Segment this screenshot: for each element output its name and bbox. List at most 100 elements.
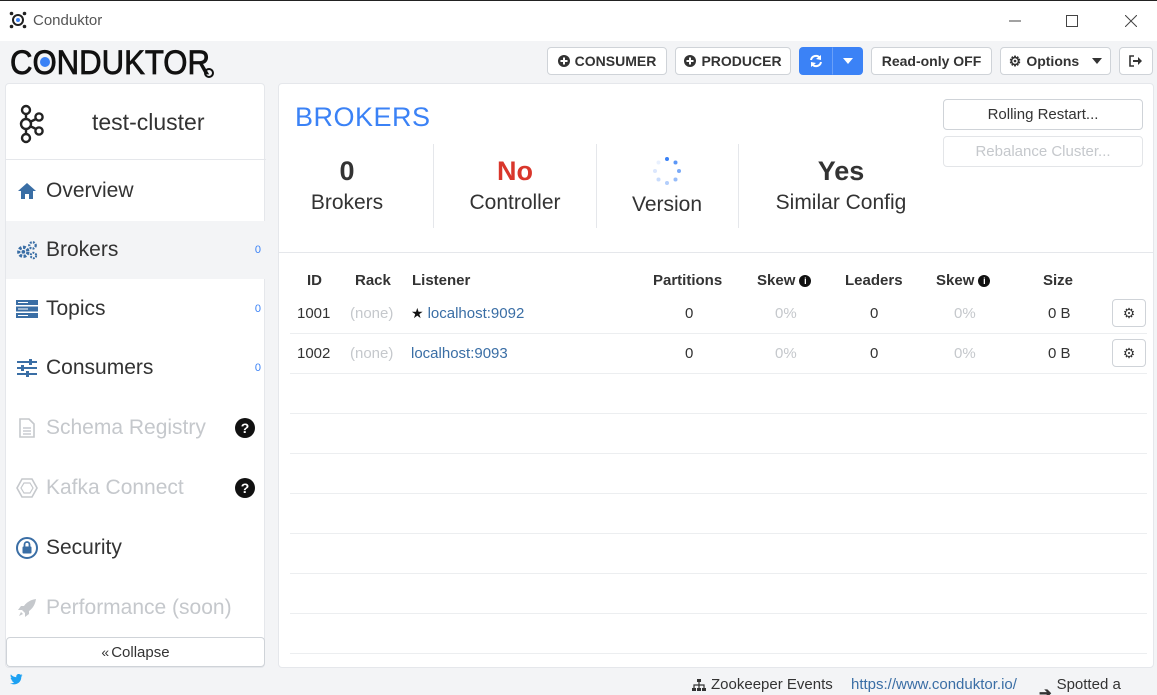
info-icon[interactable]: i (978, 274, 991, 287)
broker-listener-link[interactable]: localhost:9093 (411, 345, 508, 362)
close-button[interactable] (1119, 9, 1143, 33)
stat-value: No (497, 156, 533, 186)
column-header-label: Partitions (653, 272, 723, 289)
sidebar-item-count: 0 (254, 244, 261, 256)
broker-size: 0 B (1048, 305, 1071, 322)
column-header-leader-skew[interactable]: Skew i (936, 272, 991, 289)
options-button[interactable]: ⚙ Options (1000, 47, 1111, 75)
help-icon[interactable]: ? (235, 478, 255, 498)
stat-divider (596, 144, 597, 228)
plus-circle-icon (557, 55, 570, 67)
sidebar-item-count: 0 (254, 362, 261, 374)
refresh-dropdown-button[interactable] (832, 47, 863, 75)
add-producer-button[interactable]: PRODUCER (675, 47, 791, 75)
broker-leaders: 0 (870, 305, 879, 322)
rebalance-cluster-button[interactable]: Rebalance Cluster... (943, 136, 1143, 167)
empty-table-row (290, 614, 1147, 654)
column-header-partition-skew[interactable]: Skew i (757, 272, 812, 289)
column-header-rack[interactable]: Rack (355, 272, 391, 289)
column-header-listener[interactable]: Listener (412, 272, 470, 289)
info-icon[interactable]: i (799, 274, 812, 287)
sidebar-item-kafka-connect[interactable]: Kafka Connect ? (6, 459, 265, 517)
logout-button[interactable] (1119, 47, 1153, 75)
minimize-icon (1009, 20, 1021, 22)
broker-size: 0 B (1048, 345, 1071, 362)
empty-table-row (290, 414, 1147, 454)
sidebar: test-cluster Overview Brokers 0 Topics 0… (5, 83, 266, 668)
star-icon: ★ (411, 305, 424, 321)
column-header-partitions[interactable]: Partitions (653, 272, 722, 289)
zookeeper-events-link[interactable]: Zookeeper Events (692, 676, 833, 693)
column-header-size[interactable]: Size (1043, 272, 1073, 289)
column-header-label: Listener (412, 272, 471, 289)
broker-leaders: 0 (870, 345, 879, 362)
broker-leader-skew: 0% (954, 345, 976, 362)
broker-settings-button[interactable]: ⚙ (1112, 339, 1146, 367)
refresh-button[interactable] (799, 47, 833, 75)
minimize-button[interactable] (1003, 9, 1027, 33)
cluster-selector[interactable]: test-cluster (6, 84, 266, 160)
logout-icon (1129, 55, 1142, 67)
listener-address: localhost:9093 (411, 345, 508, 362)
empty-table-row (290, 374, 1147, 414)
report-bug-link[interactable]: ➔ Spotted a bug? (1039, 676, 1157, 695)
column-header-leaders[interactable]: Leaders (845, 272, 903, 289)
gear-icon: ⚙ (1122, 344, 1136, 361)
maximize-icon (1066, 15, 1078, 27)
sidebar-item-security[interactable]: Security (6, 519, 265, 577)
empty-table-row (290, 454, 1147, 494)
sidebar-item-label: Kafka Connect (46, 476, 184, 499)
conduktor-logo: CONDUKTOR (10, 44, 220, 82)
help-icon[interactable]: ? (235, 418, 255, 438)
page-title: BROKERS (295, 102, 431, 132)
window-titlebar: Conduktor (0, 1, 1157, 41)
add-producer-label: PRODUCER (701, 53, 782, 69)
sidebar-item-performance[interactable]: Performance (soon) (6, 579, 265, 637)
readonly-toggle-button[interactable]: Read-only OFF (871, 47, 992, 75)
sidebar-item-schema-registry[interactable]: Schema Registry ? (6, 399, 265, 457)
brokers-panel: BROKERS 0 Brokers No Controller Version … (278, 83, 1154, 668)
sidebar-item-label: Topics (46, 297, 106, 320)
sidebar-item-label: Performance (soon) (46, 596, 232, 619)
empty-table-row (290, 534, 1147, 574)
kafka-cluster-icon (19, 104, 44, 144)
maximize-button[interactable] (1060, 9, 1084, 33)
collapse-sidebar-button[interactable]: « Collapse (6, 637, 265, 667)
top-toolbar: CONDUKTOR CONSUMER PRODUCER Read-only OF… (0, 41, 1157, 83)
add-consumer-label: CONSUMER (574, 53, 657, 69)
loading-spinner-icon (653, 157, 681, 185)
plus-circle-icon (684, 55, 697, 67)
gears-icon (16, 239, 38, 261)
sidebar-item-topics[interactable]: Topics 0 (6, 280, 265, 338)
caret-down-icon (1092, 58, 1103, 64)
broker-partition-skew: 0% (775, 305, 797, 322)
sidebar-item-label: Overview (46, 179, 134, 202)
sidebar-item-consumers[interactable]: Consumers 0 (6, 339, 265, 397)
column-header-label: Skew (757, 272, 796, 289)
sidebar-item-brokers[interactable]: Brokers 0 (6, 221, 265, 279)
refresh-icon (810, 54, 822, 68)
arrow-right-icon: ➔ (1039, 685, 1052, 695)
website-link[interactable]: https://www.conduktor.io/ (851, 676, 1017, 693)
caret-down-icon (842, 58, 853, 64)
add-consumer-button[interactable]: CONSUMER (547, 47, 667, 75)
stat-label: Similar Config (775, 191, 907, 214)
chevrons-left-icon: « (101, 644, 110, 660)
sidebar-item-label: Schema Registry (46, 416, 206, 439)
broker-settings-button[interactable]: ⚙ (1112, 299, 1146, 327)
rolling-restart-button[interactable]: Rolling Restart... (943, 99, 1143, 130)
column-header-id[interactable]: ID (307, 272, 322, 289)
twitter-link[interactable] (10, 674, 23, 685)
broker-leader-skew: 0% (954, 305, 976, 322)
stat-controller: No Controller (451, 144, 579, 228)
broker-listener-link[interactable]: ★ localhost:9092 (411, 305, 524, 322)
stat-label: Controller (469, 191, 561, 214)
empty-table-row (290, 494, 1147, 534)
column-header-label: Rack (355, 272, 391, 289)
broker-rack: (none) (350, 345, 394, 362)
readonly-toggle-label: Read-only OFF (881, 53, 982, 69)
column-header-label: ID (307, 272, 322, 289)
sidebar-item-overview[interactable]: Overview (6, 162, 265, 220)
window-title: Conduktor (33, 12, 103, 29)
sidebar-item-label: Consumers (46, 356, 154, 379)
